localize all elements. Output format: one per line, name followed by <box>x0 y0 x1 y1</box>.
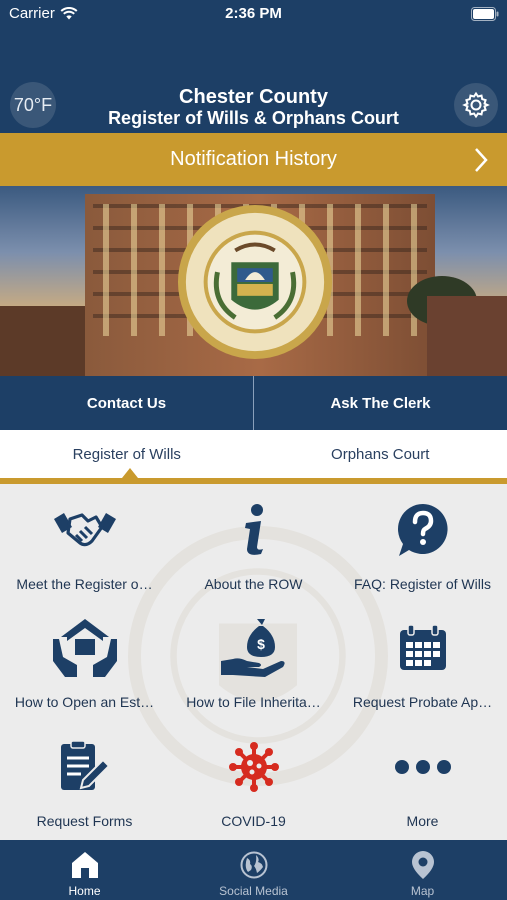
handshake-icon <box>53 513 116 547</box>
grid-item-about-row[interactable]: About the ROW <box>169 484 338 602</box>
form-pencil-icon <box>60 740 110 790</box>
nav-map[interactable]: Map <box>338 840 507 900</box>
grid-item-label: About the ROW <box>204 576 303 592</box>
county-seal-icon <box>177 204 333 360</box>
nav-label: Social Media <box>219 884 288 898</box>
globe-icon <box>240 851 267 879</box>
chevron-right-icon <box>475 148 488 172</box>
action-row: Contact Us Ask The Clerk <box>0 376 507 430</box>
tab-orphans-court[interactable]: Orphans Court <box>254 430 507 478</box>
status-bar: Carrier 2:36 PM <box>0 0 507 30</box>
grid-item-label: FAQ: Register of Wills <box>354 576 491 592</box>
section-tabs: Register of Wills Orphans Court <box>0 430 507 478</box>
info-icon <box>244 504 263 555</box>
nav-label: Map <box>410 884 435 898</box>
notification-history-button[interactable]: Notification History <box>0 133 507 186</box>
grid-item-label: How to File Inherita… <box>186 694 321 710</box>
calendar-icon <box>399 624 446 670</box>
money-bag-hand-icon: $ <box>220 619 285 677</box>
grid-item-label: Meet the Register o… <box>16 576 153 592</box>
virus-icon <box>228 742 279 792</box>
grid-item-label: Request Probate Ap… <box>352 694 493 710</box>
ask-the-clerk-button[interactable]: Ask The Clerk <box>254 376 507 430</box>
grid-item-file-inheritance[interactable]: $ How to File Inherita… <box>169 602 338 721</box>
gear-icon <box>462 91 490 119</box>
battery-icon <box>471 7 499 21</box>
settings-button[interactable] <box>454 83 498 127</box>
title-line1: Chester County <box>179 86 328 108</box>
grid-item-faq[interactable]: FAQ: Register of Wills <box>338 484 507 602</box>
grid-item-meet-register[interactable]: Meet the Register o… <box>0 484 169 602</box>
svg-text:$: $ <box>257 636 265 652</box>
menu-grid: Meet the Register o… About the ROW FAQ: … <box>0 484 507 840</box>
grid-item-request-forms[interactable]: Request Forms <box>0 721 169 840</box>
map-pin-icon <box>411 851 434 879</box>
tab-selected-indicator <box>122 468 138 478</box>
grid-item-label: More <box>406 813 439 829</box>
nav-home[interactable]: Home <box>0 840 169 900</box>
grid-item-label: Request Forms <box>36 813 133 829</box>
bottom-tab-bar: Home Social Media Map <box>0 840 507 900</box>
contact-us-button[interactable]: Contact Us <box>0 376 253 430</box>
menu-grid-area: Meet the Register o… About the ROW FAQ: … <box>0 484 507 840</box>
more-dots-icon <box>394 760 451 774</box>
notification-label: Notification History <box>170 148 337 170</box>
house-hands-icon <box>52 619 117 677</box>
grid-item-covid[interactable]: COVID-19 <box>169 721 338 840</box>
grid-item-request-probate[interactable]: Request Probate Ap… <box>338 602 507 721</box>
temperature-badge[interactable]: 70°F <box>10 82 56 128</box>
nav-social-media[interactable]: Social Media <box>169 840 338 900</box>
home-icon <box>71 852 98 878</box>
courthouse-hero-image <box>0 186 507 376</box>
status-time: 2:36 PM <box>225 5 282 22</box>
app-title: Chester County Register of Wills & Orpha… <box>60 86 447 128</box>
grid-item-label: COVID-19 <box>221 813 286 829</box>
grid-item-label: How to Open an Est… <box>14 694 155 710</box>
app-header: 70°F Chester County Register of Wills & … <box>0 30 507 133</box>
grid-item-more[interactable]: More <box>338 721 507 840</box>
title-line2: Register of Wills & Orphans Court <box>108 108 399 128</box>
grid-item-open-estate[interactable]: How to Open an Est… <box>0 602 169 721</box>
question-bubble-icon <box>397 504 448 556</box>
nav-label: Home <box>68 884 101 898</box>
